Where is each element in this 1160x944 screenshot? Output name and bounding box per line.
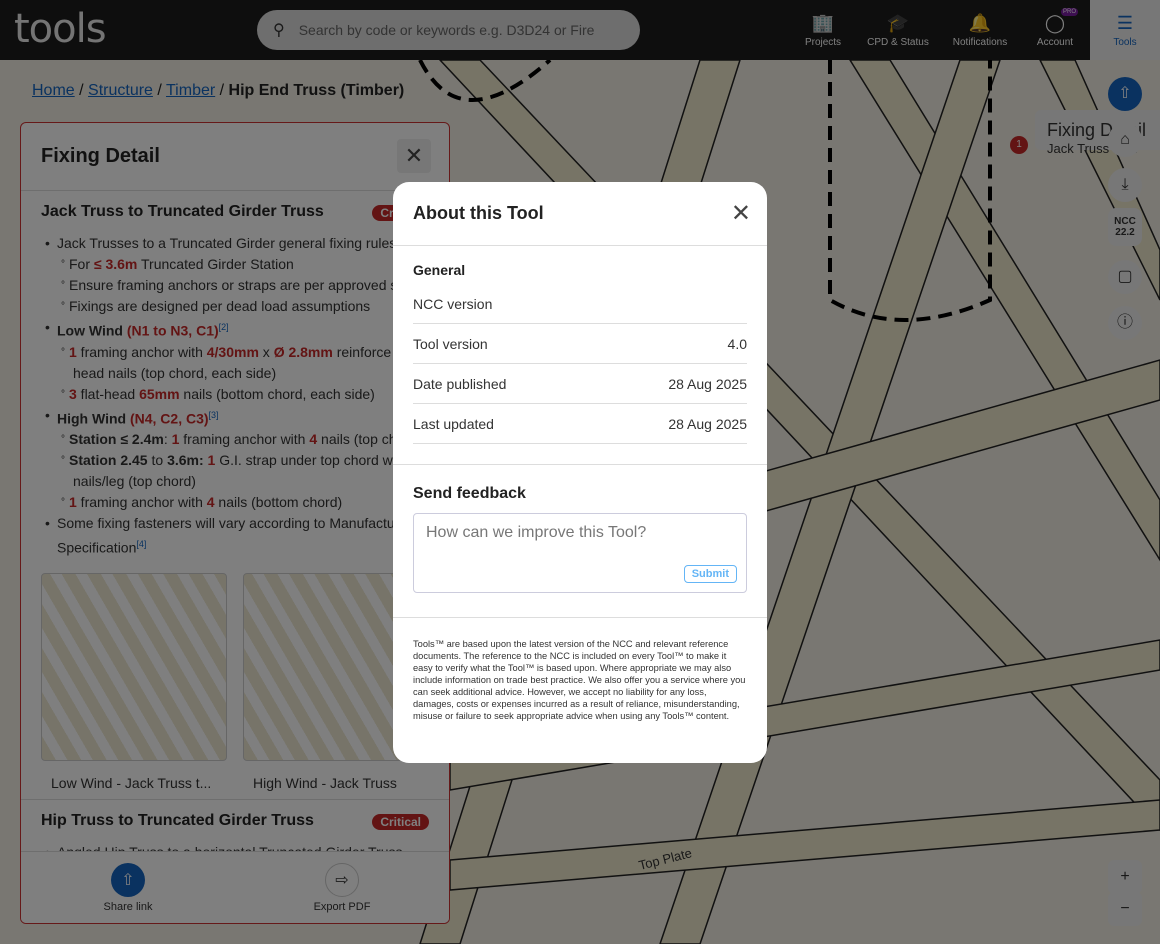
info-row-last-updated: Last updated 28 Aug 2025 xyxy=(413,404,747,444)
feedback-input[interactable]: How can we improve this Tool? Submit xyxy=(413,513,747,593)
disclaimer-text: Tools™ are based upon the latest version… xyxy=(393,617,767,722)
general-heading: General xyxy=(413,262,466,278)
close-icon[interactable]: ✕ xyxy=(731,202,751,226)
info-row-tool-version: Tool version 4.0 xyxy=(413,324,747,364)
info-row-date-published: Date published 28 Aug 2025 xyxy=(413,364,747,404)
dialog-title: About this Tool xyxy=(393,182,767,246)
info-row-ncc-version: NCC version xyxy=(413,284,747,324)
submit-button[interactable]: Submit xyxy=(683,565,737,583)
feedback-heading: Send feedback xyxy=(413,485,526,502)
about-tool-dialog: About this Tool ✕ General NCC version To… xyxy=(393,182,767,763)
